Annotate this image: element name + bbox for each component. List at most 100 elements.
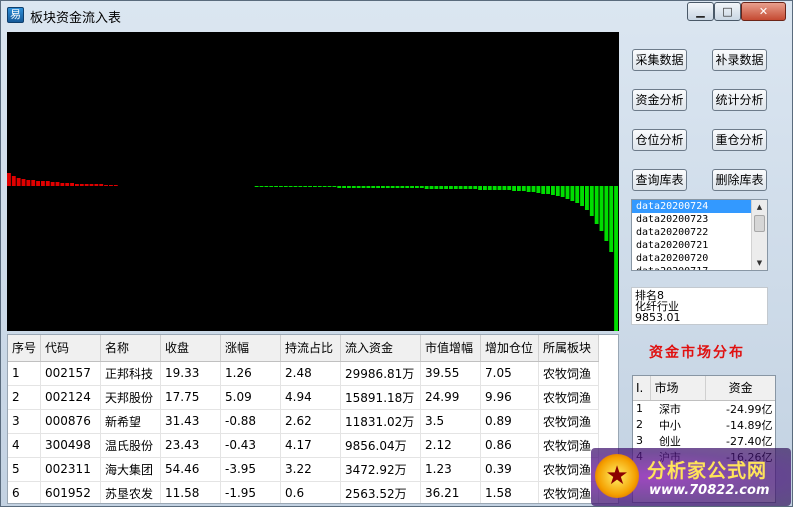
market-column-header[interactable]: 资金 (705, 376, 775, 401)
column-header[interactable]: 所属板块 (538, 335, 600, 362)
chart-bar (347, 186, 351, 188)
chart-bar (565, 186, 570, 199)
db-list-item[interactable]: data20200724 (632, 200, 752, 213)
listbox-scrollbar[interactable]: ▲ ▼ (751, 200, 767, 270)
supplement-button[interactable]: 补录数据 (712, 49, 767, 71)
chart-bar (269, 186, 274, 187)
table-cell: 17.75 (160, 385, 222, 410)
database-listbox[interactable]: data20200724 data20200723 data20200722 data… (631, 199, 768, 271)
value-text: 9853.01 (635, 311, 681, 324)
table-row[interactable]: 4 300498 温氏股份 23.43 -0.43 4.17 9856.04万 2.12 0.8… (8, 433, 600, 458)
scroll-down-icon[interactable]: ▼ (752, 256, 767, 270)
column-header[interactable]: 市值增幅 (420, 335, 482, 362)
chart-bar (604, 186, 609, 241)
column-header[interactable]: 增加仓位 (480, 335, 540, 362)
db-list-item[interactable]: data20200723 (632, 213, 752, 226)
app-icon: 易 (7, 7, 24, 23)
column-header[interactable]: 代码 (40, 335, 102, 362)
column-header[interactable]: 持流占比 (280, 335, 342, 362)
table-cell: 11831.02万 (340, 409, 422, 434)
collect-button[interactable]: 采集数据 (632, 49, 687, 71)
chart-bar (531, 186, 536, 192)
chart-bar (89, 184, 94, 186)
maximize-button[interactable]: □ (714, 2, 741, 21)
minimize-button[interactable]: ▁ (687, 2, 714, 21)
chart-bar (512, 186, 516, 191)
market-row[interactable]: 3 创业 -27.40亿 (633, 433, 775, 449)
chart-bar (599, 186, 604, 231)
column-header[interactable]: 流入资金 (340, 335, 422, 362)
market-column-header[interactable]: I. (633, 376, 652, 401)
chart-bar (400, 186, 405, 188)
query-db-button[interactable]: 查询库表 (632, 169, 687, 191)
table-cell: 15891.18万 (340, 385, 422, 410)
table-cell: 1.58 (480, 481, 540, 503)
chart-bar (517, 186, 521, 191)
table-cell: 农牧饲渔 (538, 481, 600, 503)
column-header[interactable]: 序号 (8, 335, 42, 362)
table-cell: 19.33 (160, 361, 222, 386)
table-cell: 新希望 (100, 409, 162, 434)
chart-bar (458, 186, 463, 189)
db-list-item[interactable]: data20200717 (632, 265, 752, 270)
chart-bar (65, 183, 70, 186)
table-cell: 农牧饲渔 (538, 433, 600, 458)
chart-bar (342, 186, 346, 188)
stat-analysis-button[interactable]: 统计分析 (712, 89, 767, 111)
chart-bar (84, 184, 89, 186)
db-list-item[interactable]: data20200721 (632, 239, 752, 252)
chart-bar (385, 186, 390, 188)
chart-bar (594, 186, 599, 224)
chart-bar (434, 186, 439, 189)
market-column-header[interactable]: 市场 (650, 376, 707, 401)
chart-bar (429, 186, 434, 189)
chart-bar (7, 173, 11, 186)
chart-bar (614, 186, 618, 331)
market-cell: -24.99亿 (726, 402, 773, 416)
chart-bar (541, 186, 546, 194)
title-bar[interactable]: 易 板块资金流入表 ▁ □ ✕ (1, 1, 792, 29)
table-row[interactable]: 5 002311 海大集团 54.46 -3.95 3.22 3472.92万 1.23 0.3… (8, 457, 600, 482)
db-list-item[interactable]: data20200722 (632, 226, 752, 239)
market-cell: 1 (636, 402, 643, 415)
table-row[interactable]: 1 002157 正邦科技 19.33 1.26 2.48 29986.81万 39.55 7.… (8, 361, 600, 386)
close-button[interactable]: ✕ (741, 2, 786, 21)
chart-bar (492, 186, 497, 190)
fund-analysis-button[interactable]: 资金分析 (632, 89, 687, 111)
column-header[interactable]: 收盘 (160, 335, 222, 362)
chart-bar (570, 186, 575, 201)
table-cell: 0.6 (280, 481, 342, 503)
chart-bar (526, 186, 531, 192)
chart-bar (419, 186, 424, 188)
chart-bar (453, 186, 458, 189)
chart-bar (473, 186, 478, 189)
column-header[interactable]: 名称 (100, 335, 162, 362)
table-cell: 000876 (40, 409, 102, 434)
chart-bar (507, 186, 512, 190)
delete-db-button[interactable]: 删除库表 (712, 169, 767, 191)
scroll-thumb[interactable] (754, 215, 765, 232)
table-cell: 300498 (40, 433, 102, 458)
table-cell: 54.46 (160, 457, 222, 482)
market-cell: -27.40亿 (726, 434, 773, 448)
table-cell: -1.95 (220, 481, 282, 503)
market-cell: -14.89亿 (726, 418, 773, 432)
db-list-item[interactable]: data20200720 (632, 252, 752, 265)
watermark-name: 分析家公式网 (647, 460, 768, 482)
market-row[interactable]: 1 深市 -24.99亿 (633, 400, 775, 417)
table-cell: 31.43 (160, 409, 222, 434)
stock-table[interactable]: 序号 代码 名称 收盘 涨幅 持流占比 流入资金 市值增幅 增加仓位 所属板块 1 002157 正邦… (7, 334, 619, 504)
heavy-analysis-button[interactable]: 重仓分析 (712, 129, 767, 151)
market-row[interactable]: 2 中小 -14.89亿 (633, 417, 775, 433)
table-row[interactable]: 3 000876 新希望 31.43 -0.88 2.62 11831.02万 3.5 0.89… (8, 409, 600, 434)
chart-bar (395, 186, 400, 188)
column-header[interactable]: 涨幅 (220, 335, 282, 362)
watermark-logo: ★ 分析家公式网 www.70822.com (591, 448, 791, 506)
table-row[interactable]: 2 002124 天邦股份 17.75 5.09 4.94 15891.18万 24.99 9.… (8, 385, 600, 410)
scroll-up-icon[interactable]: ▲ (752, 200, 767, 214)
position-analysis-button[interactable]: 仓位分析 (632, 129, 687, 151)
table-cell: 2.12 (420, 433, 482, 458)
table-row[interactable]: 6 601952 苏垦农发 11.58 -1.95 0.6 2563.52万 36.21 1.5… (8, 481, 600, 503)
table-cell: 0.86 (480, 433, 540, 458)
chart-bar (279, 186, 283, 187)
